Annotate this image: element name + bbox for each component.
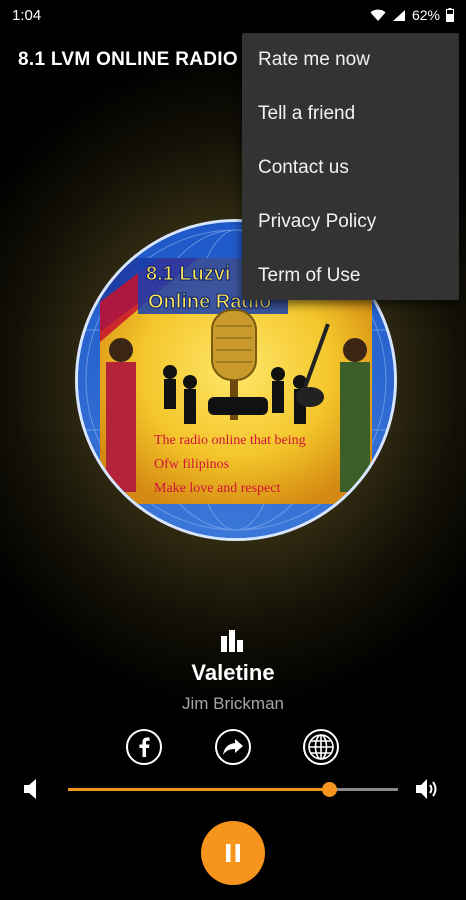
globe-icon	[308, 734, 334, 760]
overflow-menu: Rate me now Tell a friend Contact us Pri…	[242, 33, 459, 300]
battery-percent: 62%	[411, 7, 440, 23]
pause-button[interactable]	[201, 821, 265, 885]
menu-item-tell-friend[interactable]: Tell a friend	[242, 87, 459, 141]
wifi-icon	[370, 9, 386, 21]
artwork-title-line1: 8.1 Luzvi	[146, 263, 230, 285]
signal-icon	[392, 9, 405, 21]
status-bar: 1:04 62%	[0, 0, 466, 30]
battery-icon	[446, 8, 454, 22]
status-icons: 62%	[370, 7, 454, 23]
volume-slider[interactable]	[68, 782, 398, 797]
volume-mute-icon[interactable]	[24, 779, 40, 799]
facebook-icon	[139, 737, 150, 757]
facebook-button[interactable]	[126, 729, 162, 765]
pause-icon	[226, 844, 240, 862]
website-button[interactable]	[303, 729, 339, 765]
equalizer-icon	[221, 630, 243, 652]
volume-slider-fill	[68, 788, 329, 791]
artwork-tagline-3: Make love and respect	[154, 481, 280, 496]
menu-item-rate[interactable]: Rate me now	[242, 33, 459, 87]
volume-up-icon[interactable]	[416, 778, 442, 800]
artwork-tagline-2: Ofw filipinos	[154, 457, 229, 472]
menu-item-terms[interactable]: Term of Use	[242, 249, 459, 303]
share-button[interactable]	[215, 729, 251, 765]
volume-slider-thumb[interactable]	[321, 782, 337, 797]
share-icon	[223, 739, 243, 755]
track-artist: Jim Brickman	[181, 694, 284, 713]
menu-item-privacy[interactable]: Privacy Policy	[242, 195, 459, 249]
status-time: 1:04	[12, 6, 42, 24]
app-title: 8.1 LVM ONLINE RADIO	[18, 49, 238, 70]
artwork-tagline-1: The radio online that being	[154, 433, 306, 448]
menu-item-contact[interactable]: Contact us	[242, 141, 459, 195]
volume-row	[0, 770, 466, 810]
track-title: Valetine	[191, 660, 275, 685]
